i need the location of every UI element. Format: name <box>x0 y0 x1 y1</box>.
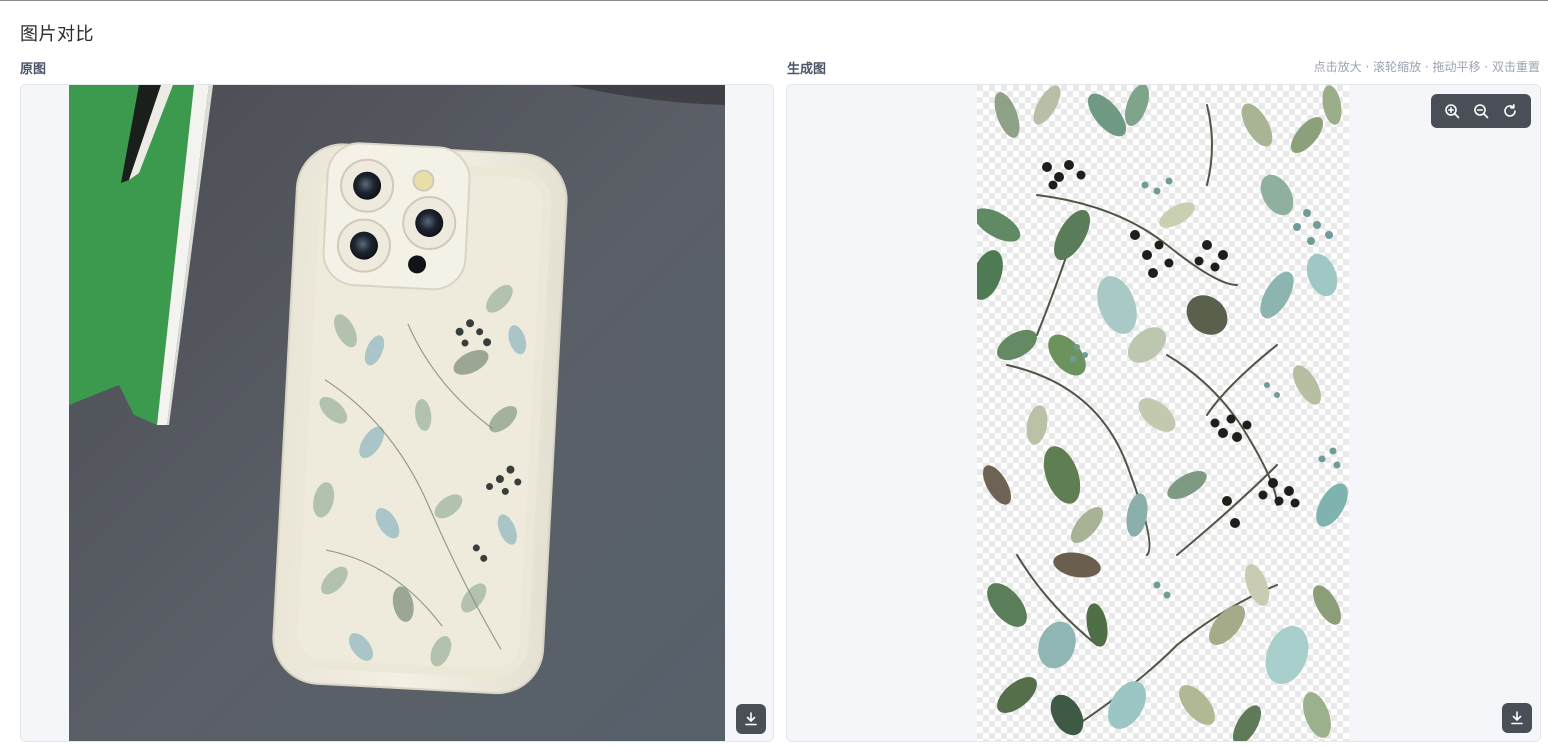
original-image-panel[interactable] <box>20 84 774 742</box>
reset-icon <box>1504 104 1517 117</box>
download-icon <box>1511 711 1523 725</box>
download-original-button[interactable] <box>736 704 766 734</box>
download-icon <box>745 712 757 726</box>
original-image[interactable] <box>69 85 725 742</box>
reset-zoom-button[interactable] <box>1498 99 1522 123</box>
zoom-in-icon <box>1444 104 1459 119</box>
zoom-in-button[interactable] <box>1440 99 1464 123</box>
generated-image-label: 生成图 <box>787 62 827 77</box>
zoom-out-button[interactable] <box>1469 99 1493 123</box>
viewer-hint: 点击放大 · 滚轮缩放 · 拖动平移 · 双击重置 <box>1313 60 1540 74</box>
page-title: 图片对比 <box>20 24 94 45</box>
window-top-border <box>0 0 1548 1</box>
generated-image[interactable] <box>977 85 1349 742</box>
original-image-label: 原图 <box>20 62 47 77</box>
zoom-toolbar <box>1431 94 1531 128</box>
download-generated-button[interactable] <box>1502 703 1532 733</box>
generated-image-panel[interactable] <box>786 84 1541 742</box>
zoom-out-icon <box>1474 104 1489 119</box>
